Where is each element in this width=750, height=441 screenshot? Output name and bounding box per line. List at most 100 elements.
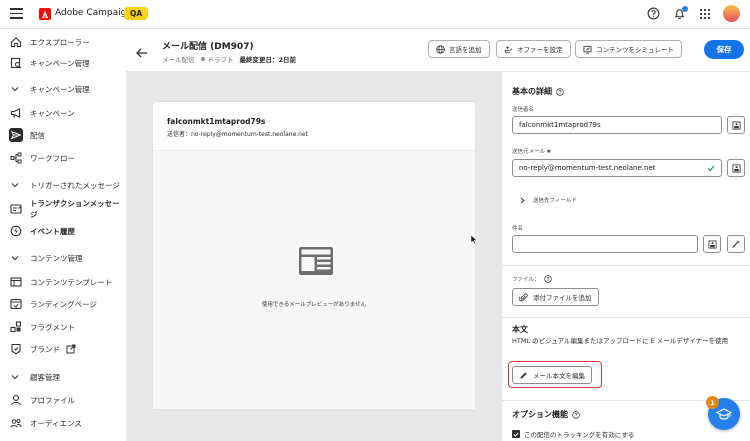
save-button[interactable]: 保存 [704, 40, 744, 59]
audience-icon [9, 416, 23, 430]
pencil-icon [519, 371, 528, 380]
properties-panel: 基本の詳細 送信者名 falconmkt1mtaprod79s 送信元メール ✱… [501, 72, 750, 441]
edit-email-body-label: メール本文を編集 [533, 372, 585, 380]
environment-badge: QA [124, 7, 149, 20]
sidebar-section-customer-management[interactable]: 顧客管理 [0, 366, 126, 388]
preview-sender-name: falconmkt1mtaprod79s [167, 117, 266, 126]
last-modified: 最終変更日：2日前 [240, 54, 297, 64]
sidebar-item-campaign-management[interactable]: キャンペーン管理 [0, 52, 126, 74]
offer-settings-button[interactable]: オファーを設定 [496, 40, 571, 58]
files-label: ファイル： [512, 275, 552, 283]
tracking-checkbox[interactable] [512, 430, 520, 438]
sidebar-item-label: フラグメント [30, 322, 75, 332]
sender-name-label: 送信者名 [512, 107, 535, 113]
ai-assistant-icon[interactable] [727, 235, 745, 253]
open-external-icon[interactable] [66, 344, 76, 354]
sidebar-item-audiences[interactable]: オーディエンス [0, 412, 126, 434]
sidebar-item-transactional-messages[interactable]: トランザクションメッセージ [0, 198, 126, 220]
help-icon[interactable] [645, 6, 661, 22]
notifications-bell-icon[interactable] [671, 5, 688, 22]
sidebar-item-landing-pages[interactable]: ランディングページ [0, 293, 126, 315]
graduation-cap-icon [716, 407, 732, 421]
sidebar-item-label: オーディエンス [30, 418, 82, 428]
last-modified-value: 2日前 [278, 56, 297, 64]
info-icon[interactable] [543, 275, 552, 283]
personalize-icon[interactable] [727, 159, 745, 177]
brand-icon [9, 342, 23, 356]
add-attachment-button[interactable]: 添付ファイルを追加 [512, 288, 599, 306]
sidebar-section-triggered-messages[interactable]: トリガーされたメッセージ [0, 174, 126, 196]
app-name[interactable]: Adobe Campaign [55, 8, 132, 18]
sidebar-item-label: トランザクションメッセージ [29, 199, 120, 219]
event-icon [9, 224, 23, 238]
globe-icon [436, 44, 445, 54]
add-language-label: 言語を追加 [449, 46, 482, 54]
top-bar: Adobe Campaign QA [0, 0, 750, 29]
sidebar-item-explorer[interactable]: エクスプローラー [0, 31, 126, 53]
personalize-icon[interactable] [727, 116, 745, 134]
sidebar-item-label: キャンペーン [30, 108, 75, 118]
personalize-icon[interactable] [703, 235, 721, 253]
sidebar-section-campaign-management[interactable]: キャンペーン管理 [0, 78, 126, 100]
chevron-down-icon [11, 374, 21, 380]
tracking-checkbox-label[interactable]: この配信のトラッキングを有効にする [524, 429, 634, 439]
sidebar-item-content-templates[interactable]: コンテンツテンプレート [0, 271, 126, 293]
sidebar-item-campaigns[interactable]: キャンペーン [0, 102, 126, 124]
sidebar-item-label: 配信 [30, 130, 45, 140]
required-asterisk-icon: ✱ [546, 149, 551, 155]
page-title: メール配信 (DM907) [162, 42, 254, 52]
sidebar-section-content-management[interactable]: コンテンツ管理 [0, 247, 126, 269]
back-arrow-icon[interactable] [136, 43, 148, 62]
chevron-down-icon [11, 255, 21, 261]
simulate-icon [583, 45, 592, 54]
preview-body-area: 使用できるメールプレビューがありません [153, 150, 475, 409]
simulate-content-button[interactable]: コンテンツをシミュレート [575, 40, 682, 58]
empty-preview-message: 使用できるメールプレビューがありません [261, 302, 367, 308]
email-layout-icon [298, 246, 334, 280]
recipient-fields-accordion[interactable]: 送信先フィールド [520, 196, 577, 204]
preview-canvas: falconmkt1mtaprod79s 送信者：no-reply@moment… [126, 72, 501, 441]
sidebar-item-brands[interactable]: ブランド [0, 338, 126, 360]
subject-field[interactable] [512, 235, 698, 253]
sidebar-item-event-history[interactable]: イベント履歴 [0, 220, 126, 242]
user-avatar[interactable] [723, 5, 740, 22]
valid-check-icon [707, 165, 715, 172]
transaction-icon [9, 202, 23, 216]
sidebar: エクスプローラー キャンペーン管理 キャンペーン管理 キャンペーン 配信 ワーク… [0, 29, 126, 441]
simulate-content-label: コンテンツをシミュレート [596, 46, 674, 54]
optional-features-heading: オプション機能 [512, 409, 580, 420]
sender-email-field[interactable]: no-reply@momentum-test.neolane.net [512, 159, 722, 177]
delivery-type: メール配信 [162, 56, 195, 64]
sidebar-item-label: エクスプローラー [30, 37, 90, 47]
landing-page-icon [9, 297, 23, 311]
fragment-icon [9, 320, 23, 334]
chevron-down-icon [11, 182, 21, 188]
info-icon[interactable] [556, 87, 564, 96]
page-header: メール配信 (DM907) メール配信 ドラフト 最終変更日：2日前 言語を追加… [126, 29, 750, 72]
recipient-fields-label: 送信先フィールド [533, 198, 577, 204]
sidebar-item-profiles[interactable]: プロファイル [0, 389, 126, 411]
sender-email-value: no-reply@momentum-test.neolane.net [519, 164, 656, 172]
sender-name-field[interactable]: falconmkt1mtaprod79s [512, 116, 722, 134]
sidebar-item-workflows[interactable]: ワークフロー [0, 147, 126, 169]
sidebar-item-label: コンテンツテンプレート [30, 277, 113, 287]
page-subtitle: メール配信 ドラフト 最終変更日：2日前 [162, 54, 296, 64]
info-icon[interactable] [572, 410, 580, 419]
offer-icon [504, 45, 513, 54]
sidebar-item-label: イベント履歴 [30, 226, 75, 236]
status-badge: ドラフト [200, 54, 234, 64]
notification-dot [682, 5, 688, 12]
megaphone-icon [9, 106, 23, 120]
add-language-button[interactable]: 言語を追加 [428, 40, 490, 58]
sender-email-label-text: 送信元メール [512, 149, 546, 155]
chevron-right-icon [520, 197, 525, 204]
sidebar-item-fragments[interactable]: フラグメント [0, 316, 126, 338]
chevron-down-icon [11, 86, 21, 92]
edit-email-body-button[interactable]: メール本文を編集 [512, 366, 592, 384]
sidebar-item-deliveries[interactable]: 配信 [0, 124, 126, 146]
add-attachment-label: 添付ファイルを追加 [533, 294, 592, 302]
apps-grid-icon[interactable] [697, 6, 713, 22]
files-label-text: ファイル： [512, 277, 540, 283]
body-heading: 本文 [512, 325, 528, 334]
hamburger-menu-icon[interactable] [10, 8, 23, 19]
